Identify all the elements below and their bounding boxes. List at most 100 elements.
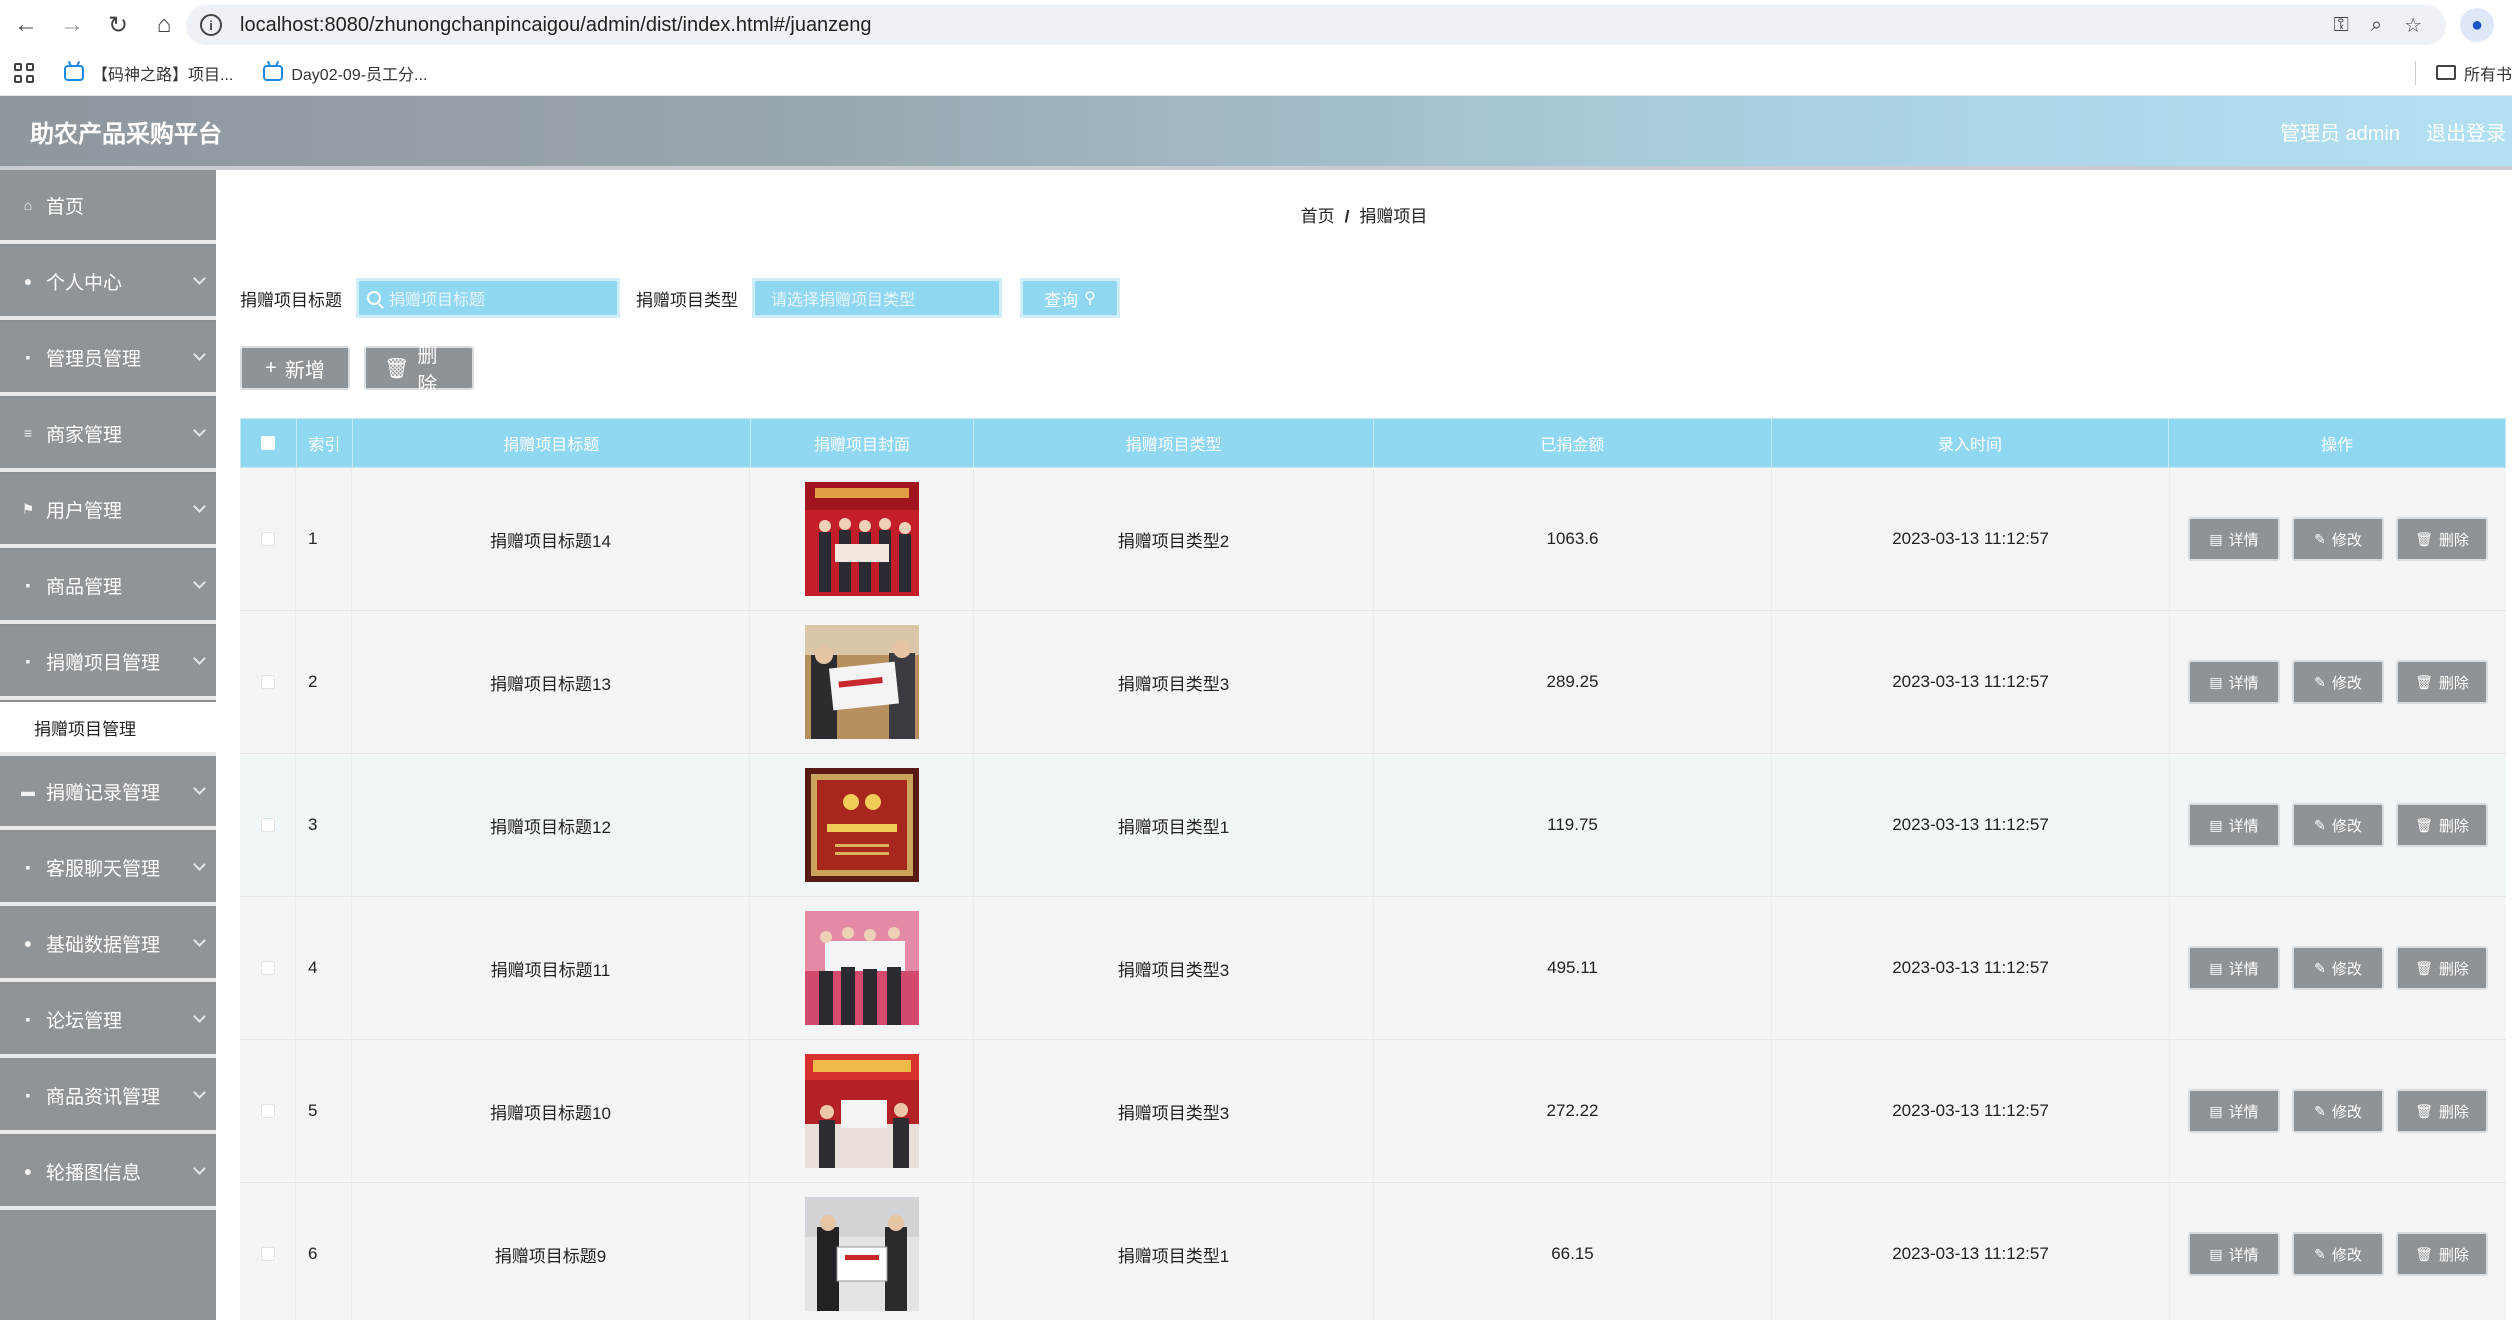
breadcrumb-separator: /	[1344, 207, 1350, 226]
cover-image[interactable]	[804, 625, 919, 739]
row-actions: ▤ 详情 ✎ 修改 🗑 删除	[2170, 468, 2506, 610]
delete-button[interactable]: 🗑 删除	[2396, 1232, 2488, 1276]
profile-icon[interactable]: ●	[2460, 8, 2494, 42]
password-key-icon[interactable]: ⚿	[2334, 14, 2349, 37]
detail-button[interactable]: ▤ 详情	[2188, 517, 2280, 561]
row-checkbox[interactable]	[260, 961, 275, 975]
edit-label: 修改	[2331, 674, 2362, 692]
cover-image[interactable]	[804, 1054, 919, 1168]
logout-link[interactable]: 退出登录	[2426, 117, 2506, 146]
sidebar-item[interactable]: ● 个人中心	[0, 246, 216, 320]
chevron-down-icon	[193, 1162, 206, 1175]
sidebar-item[interactable]: ≡ 商家管理	[0, 398, 216, 472]
select-all-cell	[241, 419, 297, 467]
chevron-down-icon	[193, 576, 206, 589]
apps-grid-icon[interactable]	[14, 62, 34, 83]
detail-button[interactable]: ▤ 详情	[2188, 660, 2280, 704]
detail-button[interactable]: ▤ 详情	[2188, 1232, 2280, 1276]
delete-button[interactable]: 🗑 删除	[2396, 946, 2488, 990]
zoom-icon[interactable]: ⌕	[2371, 14, 2382, 37]
pencil-icon: ✎	[2314, 959, 2326, 976]
add-button[interactable]: + 新增	[240, 346, 350, 390]
cover-image[interactable]	[804, 768, 919, 882]
edit-button[interactable]: ✎ 修改	[2292, 1232, 2384, 1276]
bookmark-item[interactable]: Day02-09-员工分...	[263, 61, 427, 85]
sidebar-item[interactable]: ▪ 论坛管理	[0, 984, 216, 1058]
row-amount: 66.15	[1374, 1183, 1772, 1320]
sidebar-item[interactable]: ▪ 管理员管理	[0, 322, 216, 396]
all-bookmarks-label[interactable]: 所有书	[2464, 61, 2512, 85]
row-type: 捐赠项目类型2	[974, 468, 1374, 610]
back-arrow-icon[interactable]: ←	[6, 5, 46, 45]
batch-delete-button[interactable]: 🗑 删除	[364, 345, 474, 396]
cover-image[interactable]	[804, 1197, 919, 1311]
detail-button[interactable]: ▤ 详情	[2188, 1089, 2280, 1133]
row-cover-cell	[750, 897, 974, 1039]
app-header: 助农产品采购平台 管理员 admin 退出登录	[0, 96, 2512, 166]
edit-button[interactable]: ✎ 修改	[2292, 946, 2384, 990]
address-bar[interactable]: i localhost:8080/zhunongchanpincaigou/ad…	[186, 5, 2446, 45]
row-checkbox[interactable]	[260, 675, 275, 689]
sidebar-subitem[interactable]: 捐赠项目管理	[0, 702, 216, 756]
detail-label: 详情	[2228, 960, 2259, 978]
row-checkbox[interactable]	[260, 818, 275, 832]
title-search-input[interactable]: 捐赠项目标题	[356, 278, 620, 318]
sidebar-item-label: 个人中心	[46, 272, 123, 294]
chevron-down-icon	[193, 348, 206, 361]
sidebar-item[interactable]: ▬ 捐赠记录管理	[0, 756, 216, 830]
type-select[interactable]: 请选择捐赠项目类型	[752, 278, 1002, 318]
sidebar-item[interactable]: ▪ 商品管理	[0, 550, 216, 624]
title-search-placeholder: 捐赠项目标题	[389, 292, 486, 309]
document-icon: ▤	[2209, 1102, 2223, 1119]
edit-button[interactable]: ✎ 修改	[2292, 803, 2384, 847]
url-text[interactable]: localhost:8080/zhunongchanpincaigou/admi…	[240, 14, 872, 37]
delete-button[interactable]: 🗑 删除	[2396, 660, 2488, 704]
bookmark-item[interactable]: 【码神之路】项目...	[64, 61, 233, 85]
cover-image[interactable]	[804, 911, 919, 1025]
delete-button[interactable]: 🗑 删除	[2396, 1089, 2488, 1133]
detail-button[interactable]: ▤ 详情	[2188, 946, 2280, 990]
sidebar-item[interactable]: ▪ 捐赠项目管理	[0, 626, 216, 700]
reload-icon[interactable]: ↻	[98, 5, 138, 45]
home-icon[interactable]: ⌂	[144, 5, 184, 45]
site-info-icon[interactable]: i	[200, 14, 222, 36]
sidebar-item[interactable]: ▪ 客服聊天管理	[0, 832, 216, 906]
row-cover-cell	[750, 468, 974, 610]
ticket-icon: ▬	[21, 783, 35, 799]
bookmark-star-icon[interactable]: ☆	[2404, 13, 2422, 38]
breadcrumb-home[interactable]: 首页	[1301, 207, 1335, 226]
row-check-cell	[240, 754, 296, 896]
row-checkbox[interactable]	[260, 532, 275, 546]
edit-button[interactable]: ✎ 修改	[2292, 660, 2384, 704]
sidebar-item-label: 管理员管理	[46, 348, 142, 370]
delete-button[interactable]: 🗑 删除	[2396, 803, 2488, 847]
bookmark-label: 【码神之路】项目...	[92, 66, 234, 84]
row-actions: ▤ 详情 ✎ 修改 🗑 删除	[2170, 1183, 2506, 1320]
table-row: 2 捐赠项目标题13 捐赠项目类型3 289.25 2023-03-13 11:12:5…	[240, 611, 2506, 754]
edit-button[interactable]: ✎ 修改	[2292, 517, 2384, 561]
sidebar-item[interactable]: ▪ 商品资讯管理	[0, 1060, 216, 1134]
sidebar-item[interactable]: ● 基础数据管理	[0, 908, 216, 982]
delete-button[interactable]: 🗑 删除	[2396, 517, 2488, 561]
bookmark-label: Day02-09-员工分...	[291, 66, 428, 84]
row-checkbox[interactable]	[260, 1104, 275, 1118]
row-actions: ▤ 详情 ✎ 修改 🗑 删除	[2170, 754, 2506, 896]
sidebar-item[interactable]: ● 轮播图信息	[0, 1136, 216, 1210]
detail-button[interactable]: ▤ 详情	[2188, 803, 2280, 847]
trash-icon: 🗑	[2415, 816, 2433, 833]
edit-button[interactable]: ✎ 修改	[2292, 1089, 2384, 1133]
query-button[interactable]: 查询 ⚲	[1020, 278, 1120, 318]
row-type: 捐赠项目类型3	[974, 611, 1374, 753]
folder-icon[interactable]	[2435, 65, 2456, 80]
select-all-checkbox[interactable]	[261, 436, 276, 450]
edit-label: 修改	[2331, 817, 2362, 835]
row-checkbox[interactable]	[260, 1247, 275, 1261]
user-icon: ●	[23, 273, 33, 289]
cover-image[interactable]	[804, 482, 919, 596]
breadcrumb-current: 捐赠项目	[1359, 207, 1428, 226]
detail-label: 详情	[2228, 1103, 2259, 1121]
forward-arrow-icon[interactable]: →	[52, 5, 92, 45]
pencil-icon: ✎	[2314, 1102, 2326, 1119]
sidebar-item[interactable]: ⚑ 用户管理	[0, 474, 216, 548]
sidebar-item[interactable]: ⌂ 首页	[0, 170, 216, 244]
